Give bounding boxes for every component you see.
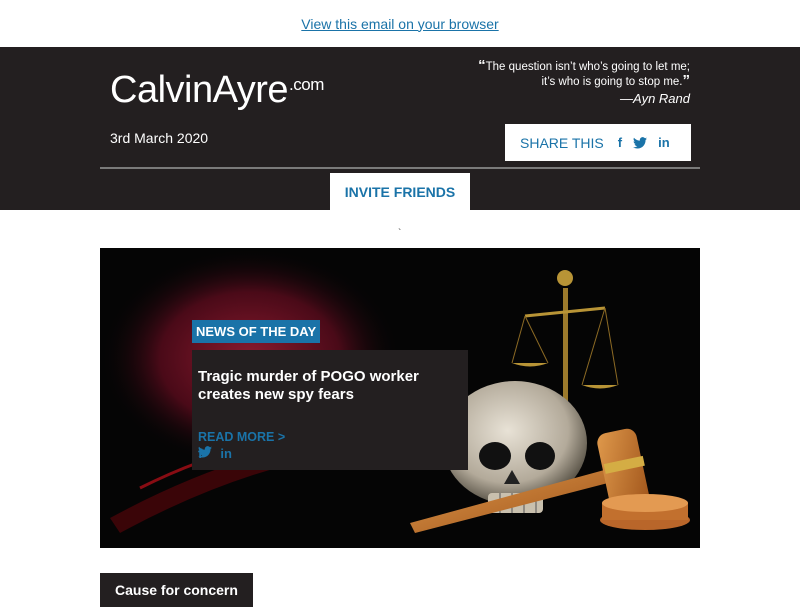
email-header: CalvinAyre.com “The question isn’t who’s… [0, 47, 800, 210]
quote-line-2: it’s who is going to stop me. [541, 76, 683, 88]
section-heading: Cause for concern [100, 573, 253, 607]
quote-author: —Ayn Rand [620, 91, 690, 106]
linkedin-icon[interactable]: in [220, 446, 232, 461]
stray-mark: ` [398, 228, 402, 239]
issue-date: 3rd March 2020 [110, 130, 209, 146]
hero-banner[interactable]: NEWS OF THE DAY Tragic murder of POGO wo… [100, 248, 700, 548]
hero-story-card: Tragic murder of POGO worker creates new… [192, 350, 468, 470]
news-of-the-day-tag: NEWS OF THE DAY [192, 320, 321, 343]
linkedin-icon[interactable]: in [658, 135, 670, 150]
share-social-icons: f in [618, 135, 670, 150]
header-quote: “The question isn’t who’s going to let m… [478, 57, 691, 106]
header-divider [100, 167, 700, 169]
quote-open-mark: “ [478, 57, 486, 74]
quote-line-1: The question isn’t who’s going to let me… [485, 61, 690, 73]
top-bar: View this email on your browser [0, 0, 800, 47]
read-more-link[interactable]: READ MORE > [198, 430, 285, 444]
story-social-icons: f in [198, 446, 232, 461]
logo-suffix-text: .com [289, 75, 324, 94]
facebook-icon[interactable]: f [618, 135, 622, 150]
share-label: SHARE THIS [520, 134, 604, 151]
calvinayre-logo[interactable]: CalvinAyre.com [110, 69, 324, 112]
share-box: SHARE THIS f in [505, 124, 691, 161]
twitter-icon[interactable] [633, 136, 648, 149]
invite-friends-button[interactable]: INVITE FRIENDS [330, 173, 470, 210]
view-in-browser-link[interactable]: View this email on your browser [301, 16, 498, 32]
logo-main-text: CalvinAyre [110, 69, 289, 111]
quote-close-mark: ” [682, 72, 691, 89]
hero-story-title[interactable]: Tragic murder of POGO worker creates new… [198, 368, 458, 404]
